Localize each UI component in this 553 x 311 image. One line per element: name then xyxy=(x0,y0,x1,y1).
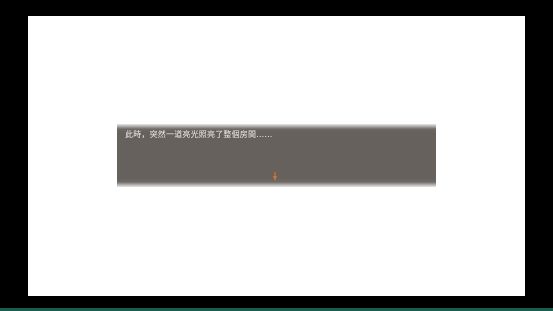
continue-arrow-icon[interactable] xyxy=(273,172,277,181)
dialog-message-text: 此時，突然一道亮光照亮了整個房間…… xyxy=(125,130,273,139)
message-window[interactable]: 此時，突然一道亮光照亮了整個房間…… xyxy=(117,124,436,187)
game-screen[interactable]: 此時，突然一道亮光照亮了整個房間…… xyxy=(28,16,525,296)
game-viewport: 此時，突然一道亮光照亮了整個房間…… xyxy=(0,0,553,311)
